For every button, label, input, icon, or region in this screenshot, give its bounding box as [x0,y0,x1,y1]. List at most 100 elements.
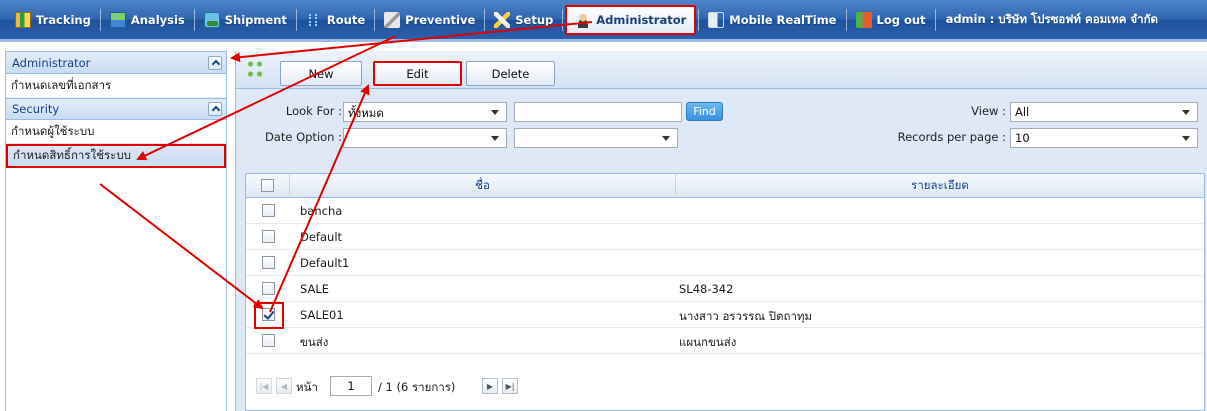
nav-route[interactable]: Route [299,5,372,35]
nav-setup[interactable]: Setup [487,5,560,35]
prev-page-icon[interactable]: ◀ [276,378,292,394]
sidebar-section-title: Security [12,102,60,116]
nav-logout-label: Log out [876,12,926,27]
nav-separator [193,8,195,31]
table-row[interactable]: SALE SL48-342 [246,276,1204,302]
row-detail: SL48-342 [679,282,734,296]
table-row[interactable]: Default1 [246,250,1204,276]
row-name: Default1 [300,256,350,270]
nav-separator [698,8,700,31]
nav-separator [562,8,564,31]
look-for-value: ทั้งหมด [348,106,384,120]
row-checkbox[interactable] [262,230,275,243]
view-label: View : [971,104,1006,118]
nav-separator [374,8,376,31]
sidebar-item-label: กำหนดผู้ใช้ระบบ [11,123,95,138]
view-value: All [1015,105,1030,119]
sidebar-item-label: กำหนดสิทธิ์การใช้ระบบ [13,148,131,162]
row-checkbox[interactable] [262,256,275,269]
toolbar: New Edit Delete [236,51,1207,89]
date-option-select[interactable] [343,128,507,148]
nav-shipment-label: Shipment [224,12,287,27]
toolbar-grip-icon [246,59,264,79]
column-header-name[interactable]: ชื่อ [290,174,676,198]
route-icon [306,12,322,28]
row-name: SALE01 [300,308,344,322]
sidebar-item-permissions[interactable]: กำหนดสิทธิ์การใช้ระบบ [6,144,226,168]
mobile-icon [708,11,725,28]
sidebar-section-title: Administrator [12,55,91,70]
table-row[interactable]: SALE01 นางสาว อรวรรณ ปิตถาทุม [246,302,1204,329]
date-option-secondary-select[interactable] [514,128,678,148]
row-detail: แผนกขนส่ง [679,335,737,349]
table-row[interactable]: Default [246,224,1204,250]
nav-tracking-label: Tracking [36,12,91,27]
records-per-page-value: 10 [1015,131,1030,145]
grid-header: ชื่อ รายละเอียด [246,174,1204,198]
sidebar-item-label: กำหนดเลขที่เอกสาร [11,77,112,92]
row-name: Default [300,230,343,244]
search-input[interactable] [514,102,682,122]
user-icon [575,11,592,28]
first-page-icon[interactable]: |◀ [256,378,272,394]
nav-tracking[interactable]: Tracking [8,5,98,35]
sidebar-section-security[interactable]: Security [6,98,226,120]
pager: |◀ ◀ หน้า 1 / 1 (6 รายการ) ▶ ▶| [246,366,1204,410]
last-page-icon[interactable]: ▶| [502,378,518,394]
truck-icon [203,11,220,28]
nav-separator [484,8,486,31]
select-all-cell [246,174,290,198]
new-button[interactable]: New [280,61,362,86]
nav-separator [845,8,847,31]
select-all-checkbox[interactable] [261,179,274,192]
sidebar-item-document-number[interactable]: กำหนดเลขที่เอกสาร [6,74,226,98]
checkbox-highlight-box [254,302,284,329]
tracking-icon [15,11,31,28]
tools-icon [494,11,511,28]
date-option-label: Date Option : [264,130,342,144]
nav-mobile-realtime[interactable]: Mobile RealTime [701,5,843,35]
nav-analysis[interactable]: Analysis [103,5,192,35]
nav-administrator-label: Administrator [596,12,687,27]
nav-administrator[interactable]: Administrator [565,4,697,35]
column-header-detail[interactable]: รายละเอียด [676,174,1204,198]
nav-separator [295,8,297,31]
records-per-page-select[interactable]: 10 [1010,128,1198,148]
nav-shipment[interactable]: Shipment [197,5,294,35]
nav-separator [934,8,936,31]
view-select[interactable]: All [1010,102,1198,122]
row-checkbox[interactable] [262,334,275,347]
wrench-icon [384,11,401,28]
main-panel: New Edit Delete Look For : ทั้งหมด Find … [235,51,1207,411]
next-page-icon[interactable]: ▶ [482,378,498,394]
chevron-up-icon[interactable] [208,102,222,116]
row-name: ขนส่ง [300,335,329,349]
nav-setup-label: Setup [515,12,554,27]
top-navigation-bar: Tracking Analysis Shipment Route Prevent… [0,0,1207,42]
logout-icon [855,11,872,28]
sidebar: Administrator กำหนดเลขที่เอกสาร Security… [5,51,227,411]
sidebar-item-users[interactable]: กำหนดผู้ใช้ระบบ [6,120,226,144]
current-user: admin : บริษัท โปรซอฟท์ คอมเทค จำกัด [945,11,1159,26]
data-grid: ชื่อ รายละเอียด bancha Default Default1 … [245,173,1205,411]
page-number-input[interactable]: 1 [330,376,372,396]
nav-mobile-realtime-label: Mobile RealTime [729,12,837,27]
edit-button[interactable]: Edit [373,61,462,86]
find-button[interactable]: Find [686,102,723,121]
table-row[interactable]: bancha [246,198,1204,224]
row-checkbox[interactable] [262,204,275,217]
nav-route-label: Route [326,12,366,27]
sidebar-section-administrator[interactable]: Administrator [6,52,226,74]
look-for-label: Look For : [285,104,342,118]
table-row[interactable]: ขนส่ง แผนกขนส่ง [246,328,1204,354]
delete-button[interactable]: Delete [466,61,555,86]
nav-preventive-label: Preventive [405,12,476,27]
analysis-icon [109,11,126,28]
nav-preventive[interactable]: Preventive [377,5,482,35]
filter-panel: Look For : ทั้งหมด Find Date Option : Vi… [236,90,1207,169]
chevron-up-icon[interactable] [208,55,222,70]
look-for-select[interactable]: ทั้งหมด [343,102,507,122]
row-detail: นางสาว อรวรรณ ปิตถาทุม [679,309,813,323]
row-checkbox[interactable] [262,282,275,295]
nav-logout[interactable]: Log out [849,5,933,35]
